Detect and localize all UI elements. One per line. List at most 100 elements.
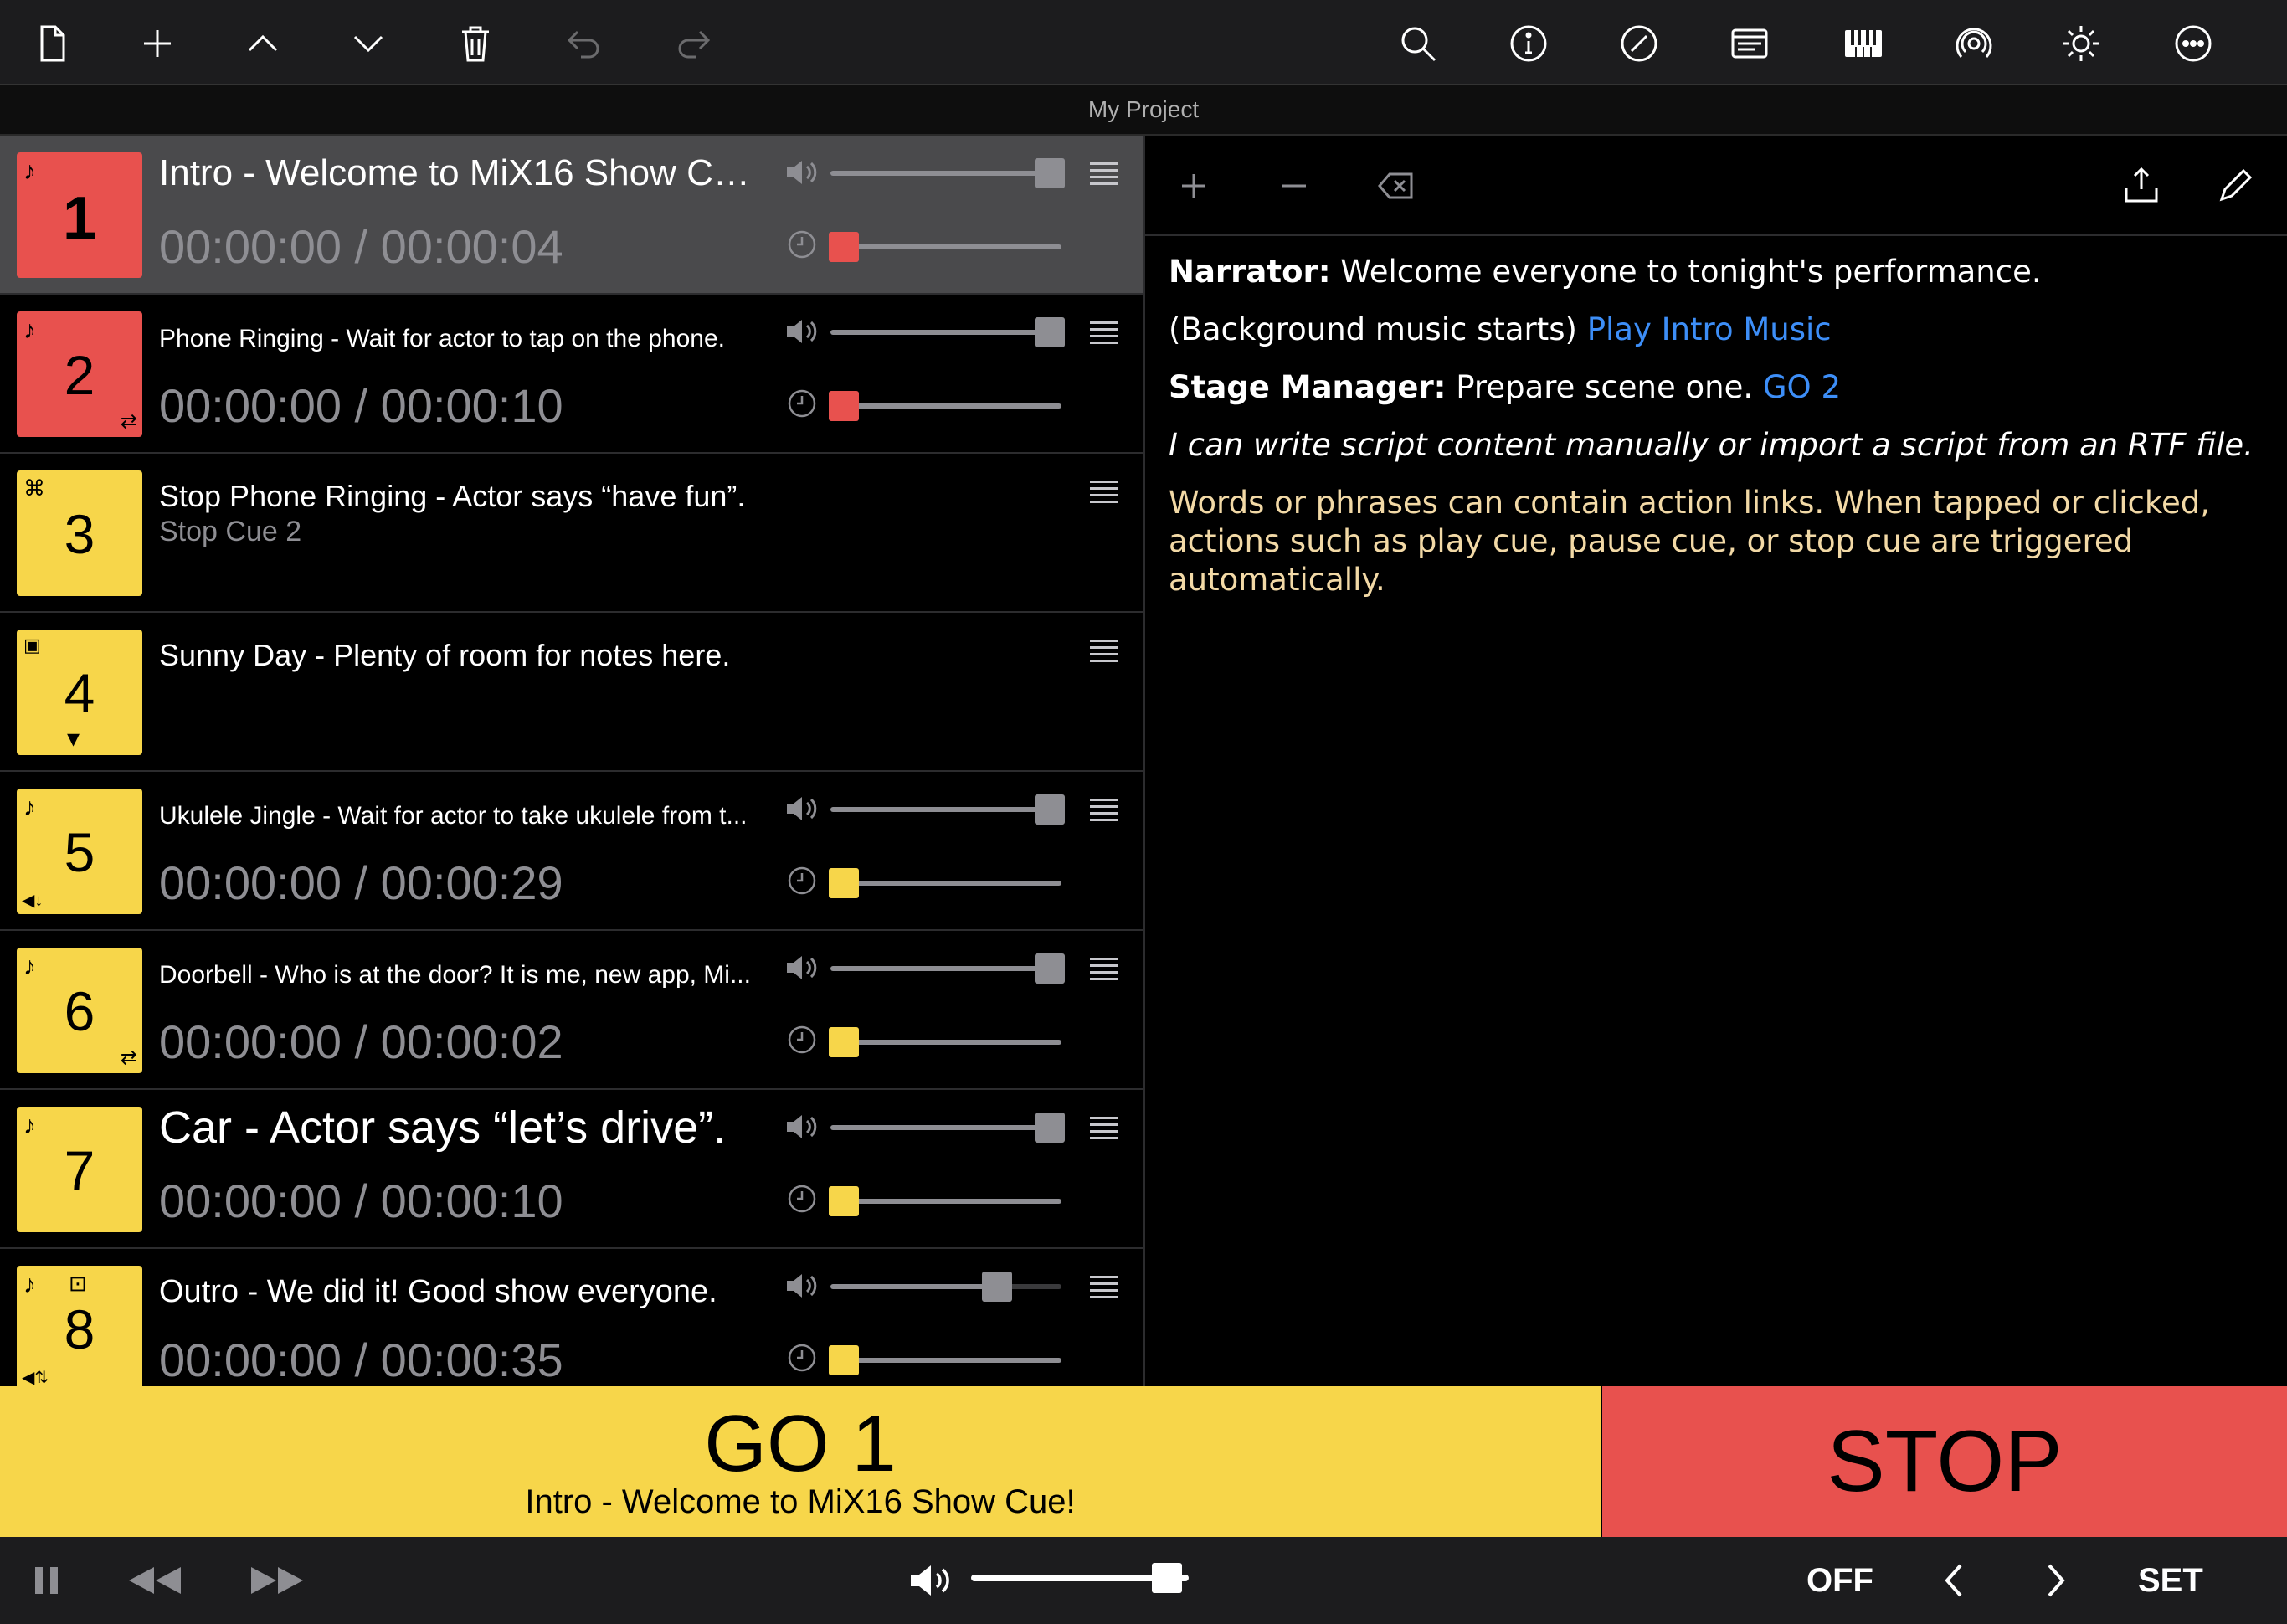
cue-row[interactable]: ♪ 2 ⇄ Phone Ringing - Wait for actor to …	[0, 295, 1144, 454]
cue-number-badge[interactable]: ♪ ⊡ 8 ◀⇅	[17, 1266, 142, 1386]
chevron-left-icon[interactable]	[1940, 1557, 1967, 1604]
edit-circle-icon[interactable]	[1614, 18, 1664, 69]
drag-handle-icon[interactable]	[1090, 481, 1118, 504]
volume-slider-track[interactable]	[830, 1125, 1061, 1130]
add-icon[interactable]	[132, 18, 182, 69]
pan-slider-knob[interactable]	[829, 232, 859, 262]
volume-slider-knob[interactable]	[1035, 317, 1066, 347]
piano-keyboard-icon[interactable]	[1838, 18, 1889, 69]
drag-handle-icon[interactable]	[1090, 640, 1118, 663]
drag-handle-icon[interactable]	[1090, 1276, 1118, 1299]
volume-slider-knob[interactable]	[1035, 1113, 1066, 1143]
chevron-right-icon[interactable]	[2043, 1557, 2069, 1604]
volume-slider-knob[interactable]	[1035, 953, 1066, 984]
action-link-go-2[interactable]: GO 2	[1763, 369, 1841, 405]
brightness-icon[interactable]	[2056, 18, 2106, 69]
pan-slider-knob[interactable]	[829, 1027, 859, 1057]
script-text[interactable]: Narrator: Welcome everyone to tonight's …	[1169, 253, 2265, 619]
cue-number-badge[interactable]: ♪ 7	[17, 1107, 142, 1232]
fast-forward-icon[interactable]	[248, 1557, 306, 1604]
info-icon[interactable]	[1503, 18, 1554, 69]
drag-handle-icon[interactable]	[1090, 1117, 1118, 1140]
set-button[interactable]: SET	[2138, 1562, 2203, 1600]
volume-slider-track[interactable]	[830, 1284, 1061, 1289]
drag-handle-icon[interactable]	[1090, 162, 1118, 186]
volume-slider-knob[interactable]	[981, 1272, 1012, 1302]
search-icon[interactable]	[1393, 18, 1443, 69]
speaker-icon	[787, 797, 817, 820]
cue-title: Phone Ringing - Wait for actor to tap on…	[159, 325, 725, 352]
volume-slider-knob[interactable]	[1035, 158, 1066, 188]
cue-number-badge[interactable]: ♪ 6 ⇄	[17, 948, 142, 1073]
cue-time: 00:00:00 / 00:00:02	[159, 1015, 563, 1068]
drag-handle-icon[interactable]	[1090, 958, 1118, 981]
speaker-icon	[787, 956, 817, 979]
cue-number: 4	[64, 662, 95, 724]
action-link-play-intro[interactable]: Play Intro Music	[1587, 311, 1832, 347]
pan-slider-track[interactable]	[830, 1199, 1061, 1204]
cue-row[interactable]: ♪ ⊡ 8 ◀⇅ Outro - We did it! Good show ev…	[0, 1249, 1144, 1386]
go-button[interactable]: GO 1 Intro - Welcome to MiX16 Show Cue!	[0, 1386, 1601, 1537]
cue-title: Doorbell - Who is at the door? It is me,…	[159, 961, 751, 989]
pause-icon[interactable]	[30, 1557, 64, 1604]
cue-row[interactable]: ♪ 5 ◀↓ Ukulele Jingle - Wait for actor t…	[0, 772, 1144, 931]
cue-number-badge[interactable]: ♪ 1	[17, 152, 142, 278]
pan-slider-track[interactable]	[830, 1040, 1061, 1045]
pan-slider-knob[interactable]	[829, 391, 859, 421]
project-title-bar: My Project	[0, 85, 2287, 136]
chevron-down-icon[interactable]	[343, 18, 393, 69]
stop-button[interactable]: STOP	[1602, 1386, 2287, 1537]
music-note-icon: ♪	[23, 1112, 36, 1139]
airplay-icon[interactable]	[1949, 18, 1999, 69]
undo-icon[interactable]	[559, 18, 609, 69]
loop-icon: ⇄	[120, 1046, 137, 1069]
add-icon[interactable]	[1169, 161, 1219, 211]
cue-title: Ukulele Jingle - Wait for actor to take …	[159, 802, 748, 830]
pan-slider-knob[interactable]	[829, 868, 859, 898]
cue-row[interactable]: ♪ 1 Intro - Welcome to MiX16 Show Cue! 0…	[0, 136, 1144, 295]
volume-slider-track[interactable]	[830, 807, 1061, 812]
pan-slider-track[interactable]	[830, 881, 1061, 886]
master-volume-slider-knob[interactable]	[1152, 1563, 1182, 1593]
drag-handle-icon[interactable]	[1090, 799, 1118, 822]
new-document-icon[interactable]	[27, 18, 77, 69]
pencil-icon[interactable]	[2210, 161, 2260, 211]
volume-slider-track[interactable]	[830, 966, 1061, 971]
pan-slider-knob[interactable]	[829, 1345, 859, 1375]
drag-handle-icon[interactable]	[1090, 321, 1118, 345]
minus-icon[interactable]	[1269, 161, 1319, 211]
speaker-name: Narrator:	[1169, 254, 1331, 290]
clock-icon	[788, 1344, 816, 1372]
cue-number-badge[interactable]: ▣ 4 ▾	[17, 630, 142, 755]
cue-row[interactable]: ♪ 7 Car - Actor says “let’s drive”. 00:0…	[0, 1090, 1144, 1249]
cue-row[interactable]: ⌘ 3 Stop Phone Ringing - Actor says “hav…	[0, 454, 1144, 613]
delete-backward-icon[interactable]	[1371, 161, 1421, 211]
clock-icon	[788, 866, 816, 895]
volume-slider-track[interactable]	[830, 330, 1061, 335]
cue-number: 8	[64, 1298, 95, 1360]
cue-time: 00:00:00 / 00:00:10	[159, 379, 563, 432]
off-button[interactable]: OFF	[1806, 1562, 1873, 1600]
cue-row[interactable]: ♪ 6 ⇄ Doorbell - Who is at the door? It …	[0, 931, 1144, 1090]
pan-slider-track[interactable]	[830, 1358, 1061, 1363]
volume-slider-knob[interactable]	[1035, 794, 1066, 825]
music-note-icon: ♪	[23, 1271, 36, 1298]
pan-slider-knob[interactable]	[829, 1186, 859, 1216]
volume-slider-track[interactable]	[830, 171, 1061, 176]
trash-icon[interactable]	[450, 18, 501, 69]
more-icon[interactable]	[2168, 18, 2218, 69]
rewind-icon[interactable]	[126, 1557, 184, 1604]
pan-slider-track[interactable]	[830, 244, 1061, 249]
speaker-icon	[787, 1115, 817, 1138]
cue-number-badge[interactable]: ♪ 5 ◀↓	[17, 789, 142, 914]
chevron-up-icon[interactable]	[238, 18, 288, 69]
cue-row[interactable]: ▣ 4 ▾ Sunny Day - Plenty of room for not…	[0, 613, 1144, 772]
share-icon[interactable]	[2116, 161, 2166, 211]
notes-icon[interactable]	[1724, 18, 1775, 69]
pan-slider-track[interactable]	[830, 403, 1061, 409]
redo-icon[interactable]	[668, 18, 718, 69]
script-line-text: Welcome everyone to tonight's performanc…	[1330, 254, 2042, 290]
cue-number-badge[interactable]: ♪ 2 ⇄	[17, 311, 142, 437]
cue-number-badge[interactable]: ⌘ 3	[17, 470, 142, 596]
project-title: My Project	[1087, 96, 1200, 122]
